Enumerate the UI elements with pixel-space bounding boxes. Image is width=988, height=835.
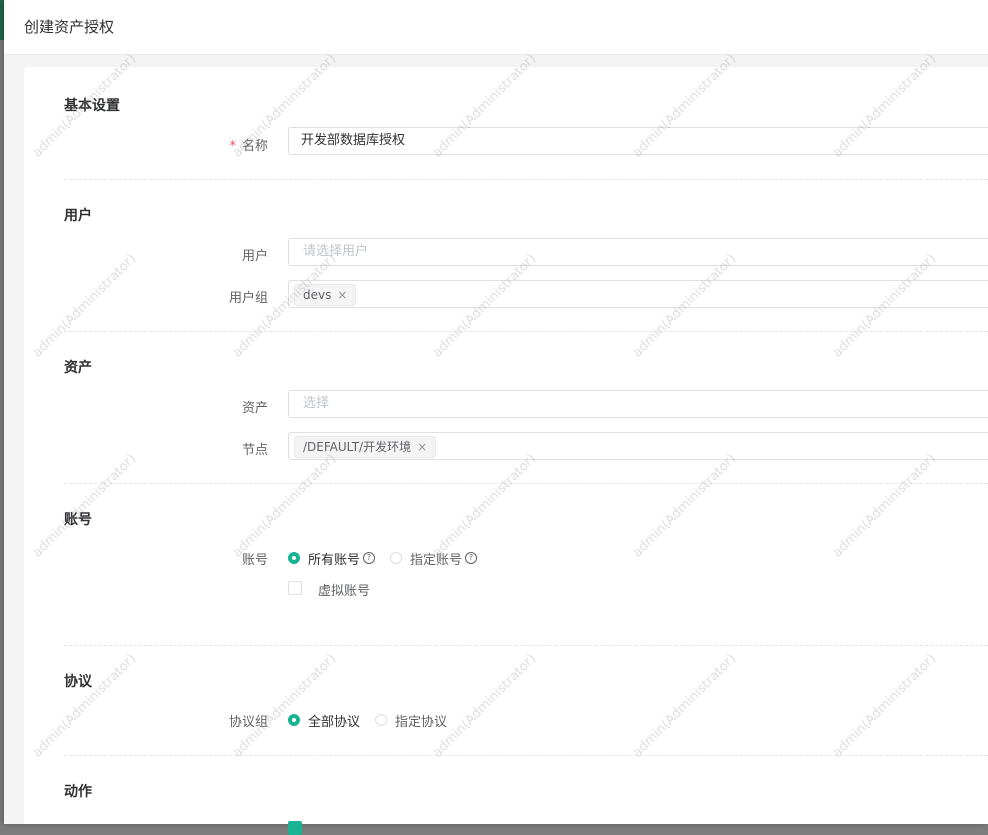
drawer-header: 创建资产授权 (4, 0, 988, 55)
close-icon[interactable]: × (337, 288, 347, 302)
create-permission-drawer: 创建资产授权 基本设置 * 名称 开发部数据库授权 用户 用户 请选择用户 用户组… (4, 0, 988, 835)
question-circle-icon[interactable]: ? (363, 552, 376, 564)
section-title-users: 用户 (64, 208, 92, 224)
user-select[interactable]: 请选择用户 (288, 238, 988, 266)
name-input[interactable]: 开发部数据库授权 (288, 127, 988, 155)
section-title-protocols: 协议 (64, 674, 92, 690)
form-card: 基本设置 * 名称 开发部数据库授权 用户 用户 请选择用户 用户组 devs × … (24, 67, 988, 835)
radio-all-protocols[interactable]: 全部协议 (288, 710, 360, 730)
divider (64, 331, 988, 332)
user-group-select[interactable]: devs × (288, 280, 988, 308)
node-label: 节点 (241, 443, 268, 458)
close-icon[interactable]: × (417, 440, 427, 454)
section-title-actions: 动作 (64, 784, 92, 800)
radio-checked-icon (288, 552, 300, 564)
node-select[interactable]: /DEFAULT/开发环境 × (288, 432, 988, 460)
radio-specified-accounts[interactable]: 指定账号 ? (390, 548, 478, 568)
account-label: 账号 (241, 553, 268, 568)
name-label: 名称 (241, 139, 268, 154)
radio-unchecked-icon (375, 714, 387, 726)
section-title-basic: 基本设置 (64, 98, 120, 114)
virtual-account-checkbox[interactable] (288, 581, 302, 595)
asset-label: 资产 (241, 401, 268, 416)
user-group-label: 用户组 (228, 291, 268, 306)
section-title-accounts: 账号 (64, 512, 92, 528)
divider (64, 483, 988, 484)
drawer-title: 创建资产授权 (24, 18, 115, 36)
name-label-row: * 名称 (68, 135, 268, 154)
user-label: 用户 (241, 249, 268, 264)
radio-checked-icon (288, 714, 300, 726)
question-circle-icon[interactable]: ? (465, 552, 478, 564)
user-group-tag: devs × (294, 284, 357, 306)
section-title-assets: 资产 (64, 360, 92, 376)
radio-all-accounts[interactable]: 所有账号 ? (288, 548, 376, 568)
radio-unchecked-icon (390, 552, 402, 564)
protocol-group-label: 协议组 (228, 715, 268, 730)
virtual-account-label: 虚拟账号 (318, 584, 371, 599)
divider (64, 645, 988, 646)
required-mark: * (229, 139, 236, 154)
action-checkbox[interactable] (288, 821, 302, 835)
asset-select[interactable]: 选择 (288, 390, 988, 418)
divider (64, 755, 988, 756)
divider (64, 179, 988, 180)
radio-specified-protocols[interactable]: 指定协议 (375, 710, 447, 730)
node-tag: /DEFAULT/开发环境 × (294, 436, 437, 458)
